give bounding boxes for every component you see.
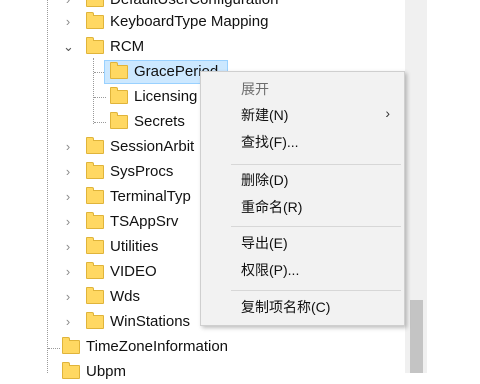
folder-icon [86, 237, 104, 254]
tree-node-utilities[interactable]: › Utilities [0, 235, 200, 259]
chevron-right-icon[interactable]: › [63, 210, 73, 234]
tree-node-ubpm[interactable]: Ubpm [0, 360, 400, 384]
menu-separator [231, 164, 401, 165]
tree-node-label: VIDEO [110, 263, 157, 280]
tree-node-rcm[interactable]: ⌄ RCM [0, 35, 400, 59]
tree-node-label: TimeZoneInformation [86, 338, 229, 355]
tree-node-graceperiod[interactable]: GracePeriod [0, 60, 230, 84]
chevron-right-icon[interactable]: › [63, 10, 73, 34]
tree-node-secrets[interactable]: Secrets [0, 110, 230, 134]
chevron-right-icon[interactable]: › [63, 310, 73, 334]
folder-icon [110, 87, 128, 104]
menu-item-delete[interactable]: 删除(D) [241, 169, 288, 191]
menu-item-rename[interactable]: 重命名(R) [241, 196, 302, 218]
scrollbar-thumb[interactable] [410, 300, 423, 373]
folder-icon [62, 337, 80, 354]
tree-node-licensing[interactable]: Licensing [0, 85, 230, 109]
chevron-right-icon[interactable]: › [63, 160, 73, 184]
tree-node-label: KeyboardType Mapping [110, 13, 269, 30]
values-pane [427, 0, 480, 373]
folder-icon [110, 112, 128, 129]
chevron-right-icon[interactable]: › [63, 135, 73, 159]
tree-node-label: SessionArbit [110, 138, 195, 155]
tree-node-timezoneinformation[interactable]: TimeZoneInformation [0, 335, 400, 359]
chevron-right-icon[interactable]: › [63, 260, 73, 284]
menu-item-permissions[interactable]: 权限(P)... [241, 259, 299, 281]
folder-icon [86, 162, 104, 179]
tree-node-sysprocs[interactable]: › SysProcs [0, 160, 200, 184]
chevron-right-icon[interactable]: › [63, 185, 73, 209]
tree-node-label: Utilities [110, 238, 159, 255]
tree-node-label: RCM [110, 38, 145, 55]
tree-node-keyboardtype-mapping[interactable]: › KeyboardType Mapping [0, 10, 400, 34]
tree-node-label: WinStations [110, 313, 191, 330]
folder-icon [86, 37, 104, 54]
tree-node-label: TerminalTyp [110, 188, 191, 205]
menu-item-copy-key-name[interactable]: 复制项名称(C) [241, 296, 330, 318]
tree-node-video[interactable]: › VIDEO [0, 260, 200, 284]
folder-icon [86, 0, 104, 7]
folder-icon [86, 137, 104, 154]
tree-node-label: Wds [110, 288, 140, 305]
menu-item-new[interactable]: 新建(N) [241, 104, 391, 126]
tree-node-label: TSAppSrv [110, 213, 179, 230]
folder-icon [86, 287, 104, 304]
chevron-down-icon[interactable]: ⌄ [63, 35, 74, 59]
context-menu: 展开 新建(N) › 查找(F)... 删除(D) 重命名(R) 导出(E) 权… [200, 71, 405, 326]
menu-item-expand[interactable]: 展开 [241, 78, 269, 100]
tree-node-sessionarbitration[interactable]: › SessionArbit [0, 135, 200, 159]
tree-node-label: Licensing [134, 88, 198, 105]
folder-icon [86, 312, 104, 329]
folder-icon [86, 187, 104, 204]
chevron-right-icon[interactable]: › [63, 235, 73, 259]
tree-node-winstations[interactable]: › WinStations [0, 310, 200, 334]
menu-separator [231, 290, 401, 291]
chevron-right-icon: › [385, 105, 390, 121]
menu-separator [231, 226, 401, 227]
menu-item-export[interactable]: 导出(E) [241, 232, 288, 254]
menu-item-find[interactable]: 查找(F)... [241, 131, 299, 153]
tree-node-label: Secrets [134, 113, 185, 130]
folder-icon [86, 12, 104, 29]
folder-icon [62, 362, 80, 379]
tree-node-label: SysProcs [110, 163, 174, 180]
tree-node-tsappsrv[interactable]: › TSAppSrv [0, 210, 200, 234]
folder-icon [86, 262, 104, 279]
tree-node-label: Ubpm [86, 363, 127, 380]
tree-node-terminaltypes[interactable]: › TerminalTyp [0, 185, 200, 209]
chevron-right-icon[interactable]: › [63, 285, 73, 309]
tree-node-wds[interactable]: › Wds [0, 285, 200, 309]
folder-icon [86, 212, 104, 229]
folder-icon [110, 62, 128, 79]
menu-item-label: 新建(N) [241, 107, 289, 123]
